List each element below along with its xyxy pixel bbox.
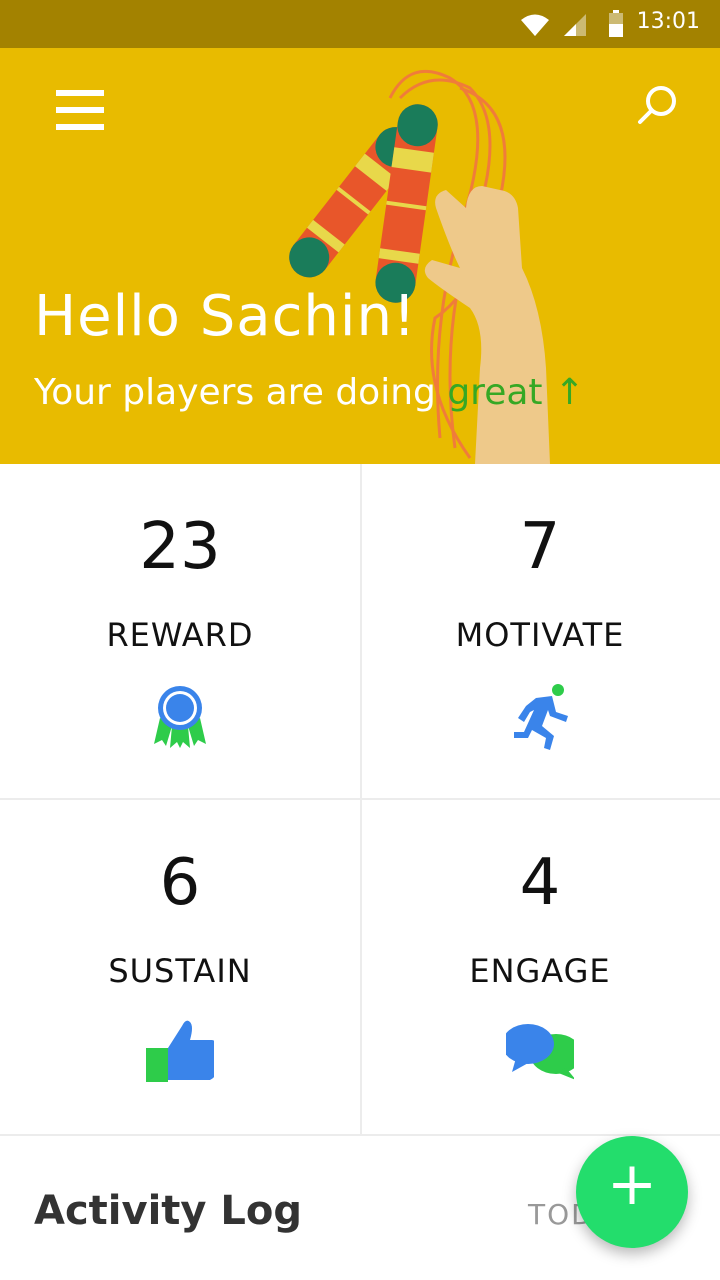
status-bar: 13:01 (0, 0, 720, 48)
running-person-icon (514, 684, 568, 750)
sustain-count: 6 (159, 846, 201, 920)
stat-card-motivate[interactable]: 7 MOTIVATE (360, 464, 720, 800)
stat-card-sustain[interactable]: 6 SUSTAIN (0, 800, 360, 1136)
stats-grid: 23 REWARD 7 MOTIVATE 6 SUSTAIN 4 ENGAGE (0, 464, 720, 1136)
status-time: 13:01 (636, 9, 700, 34)
reward-count: 23 (139, 510, 221, 584)
add-fab-button[interactable]: + (576, 1136, 688, 1248)
search-icon[interactable] (632, 82, 682, 132)
cell-signal-icon (564, 14, 586, 36)
sustain-label: SUSTAIN (108, 952, 252, 990)
chat-bubbles-icon (506, 1024, 574, 1080)
greeting-subtitle: Your players are doing great ↑ (34, 372, 585, 413)
grid-divider-vertical (360, 464, 362, 1136)
menu-button[interactable] (52, 86, 108, 138)
motivate-count: 7 (519, 510, 561, 584)
grid-divider-horizontal (0, 798, 720, 800)
activity-log-title: Activity Log (34, 1188, 303, 1234)
wifi-icon (521, 14, 549, 36)
hamburger-menu-icon (56, 90, 104, 96)
engage-label: ENGAGE (469, 952, 611, 990)
stat-card-engage[interactable]: 4 ENGAGE (360, 800, 720, 1136)
stat-card-reward[interactable]: 23 REWARD (0, 464, 360, 800)
battery-icon (609, 10, 623, 37)
subtitle-highlight: great (447, 372, 543, 413)
motivate-label: MOTIVATE (455, 616, 625, 654)
plus-icon: + (606, 1149, 658, 1219)
trend-up-icon: ↑ (554, 372, 585, 413)
app-screen: 13:01 Hello Sachin! Your players are doi… (0, 0, 720, 1280)
greeting-title: Hello Sachin! (34, 284, 417, 349)
reward-label: REWARD (106, 616, 254, 654)
hero-header: Hello Sachin! Your players are doing gre… (0, 48, 720, 464)
ribbon-badge-icon (154, 686, 206, 748)
thumbs-up-icon (146, 1020, 214, 1082)
engage-count: 4 (519, 846, 561, 920)
subtitle-text: Your players are doing (34, 372, 448, 413)
